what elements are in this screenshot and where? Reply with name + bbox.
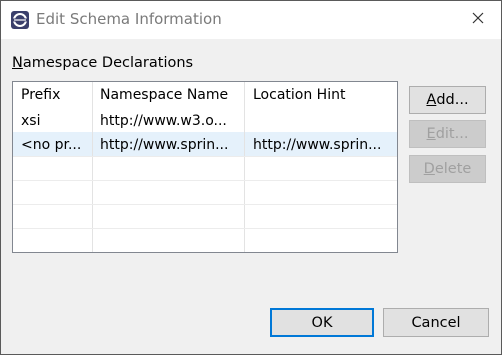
cell-prefix: <no pr...: [21, 137, 82, 153]
ok-label: OK: [311, 314, 333, 331]
window-title: Edit Schema Information: [36, 10, 222, 28]
add-button[interactable]: Add...: [409, 86, 486, 114]
ok-button[interactable]: OK: [270, 308, 374, 337]
delete-label: elete: [434, 161, 472, 177]
cell-prefix: xsi: [21, 113, 41, 129]
row-divider: [13, 204, 397, 205]
edit-schema-dialog: Edit Schema Information Namespace Declar…: [0, 0, 502, 355]
row-divider: [13, 156, 397, 157]
cell-namespace: http://www.w3.o...: [100, 113, 227, 129]
cancel-button[interactable]: Cancel: [383, 308, 489, 337]
row-divider: [13, 228, 397, 229]
eclipse-icon: [11, 11, 29, 29]
column-header-namespace[interactable]: Namespace Name: [92, 82, 245, 108]
cell-namespace: http://www.sprin...: [100, 137, 229, 153]
empty-row: [13, 204, 397, 228]
cell-location: http://www.sprin...: [253, 137, 382, 153]
delete-button[interactable]: Delete: [409, 155, 486, 183]
cell-location: [245, 108, 397, 132]
namespace-declarations-label: Namespace Declarations: [12, 55, 193, 71]
column-header-location[interactable]: Location Hint: [245, 82, 397, 108]
table-header: Prefix Namespace Name Location Hint: [13, 82, 397, 108]
row-divider: [13, 180, 397, 181]
edit-label: dit...: [435, 126, 469, 142]
cancel-label: Cancel: [411, 314, 461, 331]
empty-row: [13, 180, 397, 204]
edit-button[interactable]: Edit...: [409, 120, 486, 148]
close-icon: [472, 12, 484, 28]
table-row[interactable]: xsi http://www.w3.o...: [13, 108, 397, 132]
add-label: dd...: [436, 92, 469, 108]
column-header-prefix[interactable]: Prefix: [13, 82, 92, 108]
table-row-selected[interactable]: <no pr... http://www.sprin... http://www…: [13, 132, 397, 156]
mnemonic-d: D: [423, 161, 435, 177]
close-button[interactable]: [463, 5, 493, 35]
title-bar: Edit Schema Information: [1, 1, 501, 39]
section-label-text: amespace Declarations: [22, 55, 194, 71]
mnemonic-e: E: [426, 126, 436, 142]
empty-row: [13, 156, 397, 180]
namespace-table[interactable]: Prefix Namespace Name Location Hint xsi …: [12, 81, 398, 253]
empty-row: [13, 228, 397, 252]
mnemonic-a: A: [426, 92, 437, 108]
mnemonic-n: N: [12, 55, 23, 71]
